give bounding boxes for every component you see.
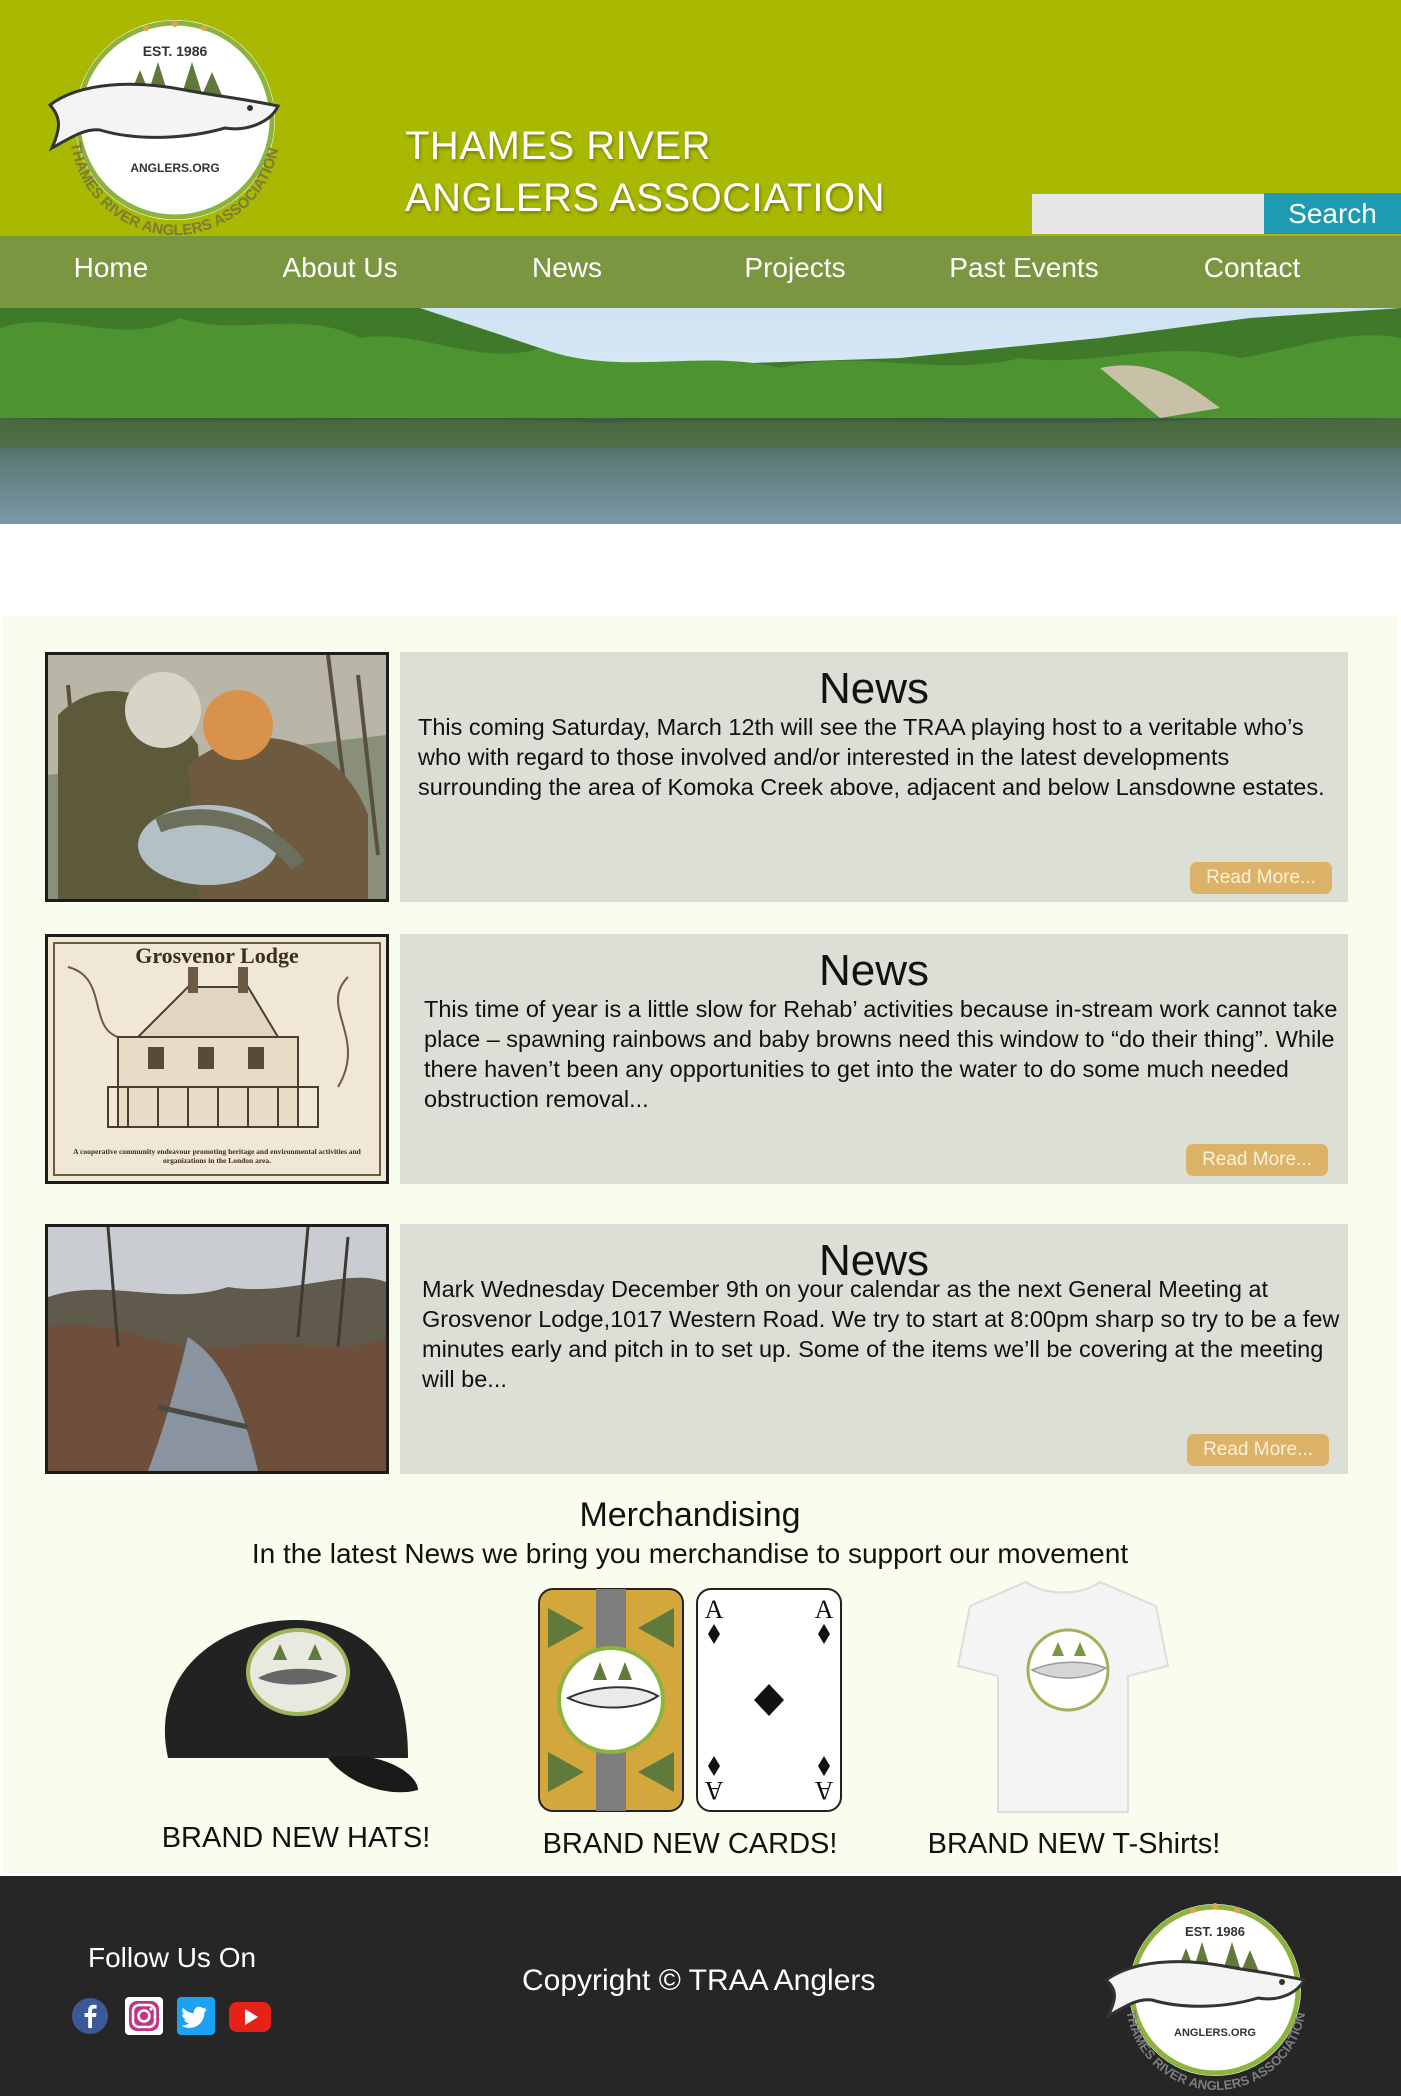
news-text: This coming Saturday, March 12th will se…	[418, 714, 1325, 800]
search-input[interactable]	[1032, 194, 1264, 234]
news-text: Mark Wednesday December 9th on your cale…	[422, 1276, 1340, 1392]
news-image-creek[interactable]	[45, 1224, 389, 1474]
site-footer: Follow Us On Copyright © TRAA Anglers ES…	[0, 1876, 1401, 2096]
merch-hat-image[interactable]	[148, 1608, 428, 1808]
news-text: This time of year is a little slow for R…	[424, 996, 1338, 1112]
news-card: News Mark Wednesday December 9th on your…	[400, 1224, 1348, 1474]
merch-title: Merchandising	[579, 1496, 801, 1534]
site-title-line1: THAMES RIVER	[405, 124, 712, 168]
merch-card-back-image[interactable]	[538, 1588, 684, 1812]
logo-emblem: EST. 1986 ANGLERS.ORG THAMES RIVER ANGLE…	[47, 20, 282, 239]
svg-text:A: A	[705, 1595, 724, 1624]
news-title: News	[818, 664, 930, 713]
nav-item-news[interactable]: News	[467, 236, 667, 308]
main-nav: Home About Us News Projects Past Events …	[0, 236, 1401, 308]
news-title: News	[818, 946, 930, 995]
follow-us-label: Follow Us On	[88, 1942, 257, 1973]
read-more-button[interactable]: Read More...	[1187, 1434, 1329, 1466]
news-card: News This time of year is a little slow …	[400, 934, 1348, 1184]
merch-hat-caption: BRAND NEW HATS!	[161, 1822, 431, 1854]
news-image-anglers[interactable]	[45, 652, 389, 902]
site-header: EST. 1986 ANGLERS.ORG THAMES RIVER ANGLE…	[0, 0, 1401, 239]
nav-item-past-events[interactable]: Past Events	[924, 236, 1124, 308]
merch-subtitle: In the latest News we bring you merchand…	[251, 1538, 1129, 1569]
site-title: THAMES RIVER ANGLERS ASSOCIATION	[405, 120, 885, 224]
merch-tshirt-image[interactable]	[956, 1576, 1170, 1818]
footer-logo[interactable]: EST. 1986 ANGLERS.ORG THAMES RIVER ANGLE…	[1100, 1894, 1320, 2093]
river-banner-image	[0, 308, 1401, 524]
nav-item-projects[interactable]: Projects	[695, 236, 895, 308]
news-card: News This coming Saturday, March 12th wi…	[400, 652, 1348, 902]
svg-text:ANGLERS.ORG: ANGLERS.ORG	[130, 161, 219, 175]
nav-item-about-us[interactable]: About Us	[240, 236, 440, 308]
nav-item-contact[interactable]: Contact	[1152, 236, 1352, 308]
site-logo[interactable]: EST. 1986 ANGLERS.ORG THAMES RIVER ANGLE…	[40, 10, 300, 240]
news-image-grosvenor-lodge[interactable]: Grosvenor Lodge A cooperative community …	[45, 934, 389, 1184]
nav-item-home[interactable]: Home	[11, 236, 211, 308]
merch-tshirt-caption: BRAND NEW T-Shirts!	[927, 1828, 1221, 1860]
twitter-icon[interactable]	[176, 1996, 216, 2036]
footer-logo-emblem: EST. 1986 ANGLERS.ORG THAMES RIVER ANGLE…	[1103, 1903, 1308, 2093]
youtube-icon[interactable]	[228, 1996, 272, 2036]
svg-text:A: A	[815, 1595, 834, 1624]
svg-text:EST. 1986: EST. 1986	[143, 43, 208, 59]
read-more-button[interactable]: Read More...	[1190, 862, 1332, 894]
grosvenor-caption: A cooperative community endeavour promot…	[73, 1147, 361, 1165]
search-button[interactable]: Search	[1264, 193, 1401, 234]
svg-text:EST. 1986: EST. 1986	[1185, 1924, 1245, 1939]
site-title-line2: ANGLERS ASSOCIATION	[405, 176, 885, 220]
instagram-icon[interactable]	[124, 1996, 164, 2036]
svg-text:A: A	[704, 1776, 723, 1805]
merch-cards-caption: BRAND NEW CARDS!	[542, 1828, 838, 1860]
svg-text:ANGLERS.ORG: ANGLERS.ORG	[1174, 2027, 1256, 2039]
copyright-text: Copyright © TRAA Anglers	[522, 1964, 876, 1997]
svg-text:A: A	[814, 1776, 833, 1805]
svg-text:Grosvenor Lodge: Grosvenor Lodge	[135, 943, 299, 968]
facebook-icon[interactable]	[70, 1996, 110, 2036]
read-more-button[interactable]: Read More...	[1186, 1144, 1328, 1176]
merch-card-ace-image[interactable]: A A A A	[696, 1588, 842, 1812]
